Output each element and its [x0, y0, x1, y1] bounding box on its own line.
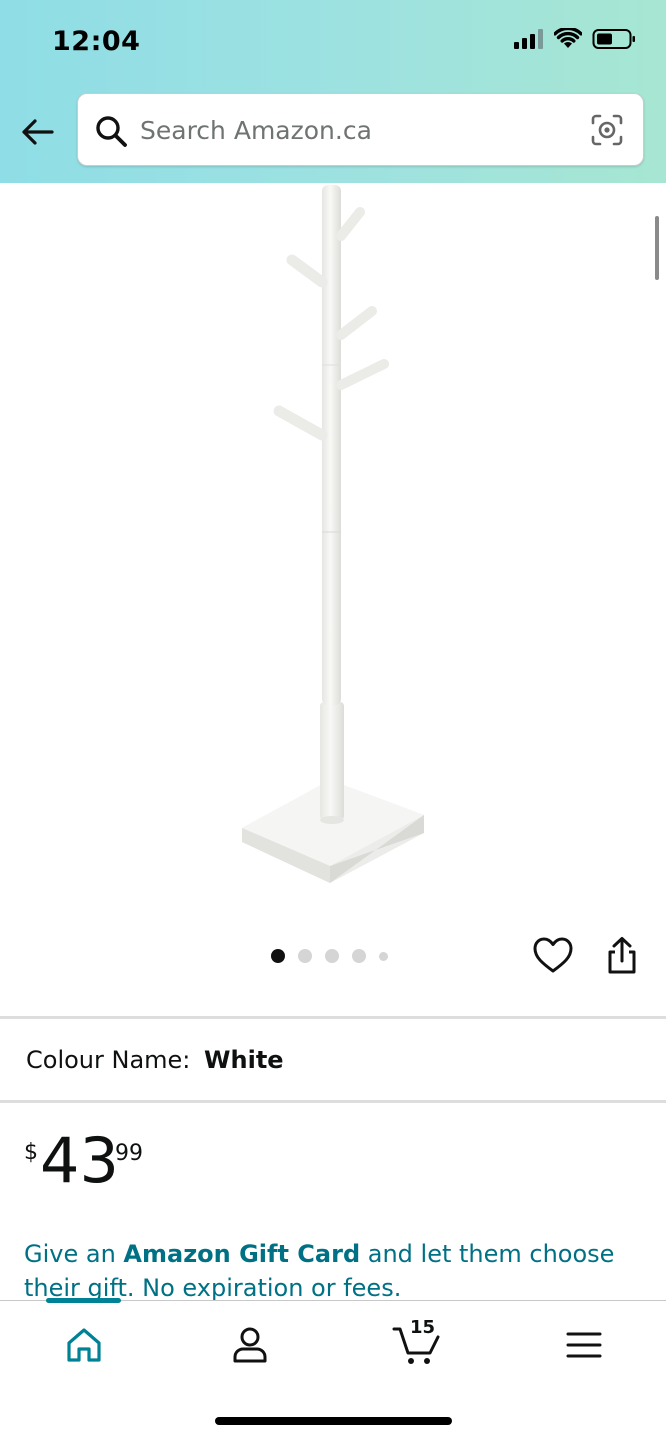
- hamburger-menu-icon: [566, 1332, 602, 1358]
- product-image[interactable]: [0, 183, 666, 903]
- cart-count-badge: 15: [410, 1317, 436, 1338]
- back-button[interactable]: [18, 112, 58, 152]
- search-input[interactable]: [140, 106, 580, 154]
- nav-account-tab[interactable]: [228, 1323, 272, 1367]
- promo-highlight: Amazon Gift Card: [123, 1240, 361, 1268]
- cellular-signal-icon: [514, 29, 543, 49]
- heart-icon: [533, 937, 573, 973]
- search-bar[interactable]: [77, 93, 644, 166]
- carousel-dot[interactable]: [352, 949, 366, 963]
- price-fraction: 99: [115, 1141, 143, 1166]
- carousel-dot[interactable]: [271, 949, 285, 963]
- app-header: 12:04: [0, 0, 666, 183]
- share-icon: [608, 937, 636, 974]
- image-carousel-dots[interactable]: [271, 949, 388, 963]
- wishlist-button[interactable]: [532, 935, 574, 977]
- divider: [0, 1016, 666, 1019]
- active-tab-indicator: [46, 1298, 121, 1303]
- colour-value: White: [204, 1046, 284, 1074]
- carousel-dot[interactable]: [325, 949, 339, 963]
- variation-colour: Colour Name: White: [26, 1046, 284, 1074]
- home-icon: [67, 1328, 101, 1362]
- carousel-dot[interactable]: [379, 951, 388, 961]
- nav-menu-tab[interactable]: [562, 1323, 606, 1367]
- colour-label: Colour Name:: [26, 1046, 191, 1074]
- wifi-icon: [554, 28, 582, 48]
- search-icon: [96, 116, 127, 147]
- divider: [0, 1100, 666, 1103]
- share-button[interactable]: [602, 935, 642, 977]
- nav-home-tab[interactable]: [62, 1323, 106, 1367]
- status-icons: [512, 28, 636, 50]
- promo-prefix: Give an: [24, 1240, 124, 1268]
- gift-card-promo-link[interactable]: Give an Amazon Gift Card and let them ch…: [24, 1237, 644, 1305]
- carousel-dot[interactable]: [298, 949, 312, 963]
- back-arrow-icon: [22, 119, 54, 145]
- price-currency-symbol: $: [24, 1140, 38, 1165]
- camera-lens-icon[interactable]: [589, 112, 625, 148]
- coat-rack-image: [242, 185, 424, 883]
- price-whole: 43: [40, 1124, 119, 1197]
- status-time: 12:04: [52, 26, 141, 57]
- person-icon: [233, 1327, 267, 1363]
- scroll-indicator[interactable]: [655, 216, 659, 280]
- home-indicator[interactable]: [215, 1417, 452, 1425]
- battery-icon: [592, 29, 635, 49]
